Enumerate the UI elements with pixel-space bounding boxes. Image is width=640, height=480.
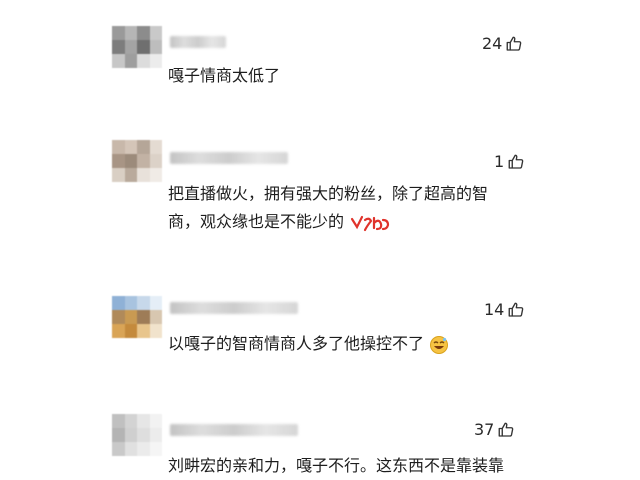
like-count: 37: [474, 420, 495, 439]
laughing-face-emoji: [430, 335, 449, 354]
avatar[interactable]: [112, 26, 162, 68]
comment-text-line: 嘎子情商太低了: [168, 66, 281, 85]
like-count: 1: [494, 152, 505, 171]
thumbs-up-icon: [506, 36, 522, 51]
avatar[interactable]: [112, 414, 162, 456]
like-button[interactable]: 14: [484, 300, 525, 319]
comment-text-line: 以嘎子的智商情商人多了他操控不了: [168, 334, 425, 353]
comment-text-line: 刘畊宏的亲和力，嘎子不行。这东西不是靠装靠: [168, 456, 505, 475]
comment-text-line: 商，观众缘也是不能少的: [168, 212, 345, 231]
like-count: 14: [484, 300, 505, 319]
comment-text: 刘畊宏的亲和力，嘎子不行。这东西不是靠装靠: [168, 452, 504, 480]
comment-text: 把直播做火，拥有强大的粉丝，除了超高的智 商，观众缘也是不能少的: [168, 180, 488, 236]
thumbs-up-icon: [508, 302, 524, 317]
like-button[interactable]: 37: [474, 420, 515, 439]
username[interactable]: [170, 152, 288, 164]
comment-text: 嘎子情商太低了: [168, 62, 280, 90]
thumbs-up-icon: [498, 422, 514, 437]
comment-text-line-with-emoji: 商，观众缘也是不能少的: [168, 208, 488, 236]
username[interactable]: [170, 302, 298, 314]
username[interactable]: [170, 36, 226, 48]
comment-text: 以嘎子的智商情商人多了他操控不了: [168, 330, 449, 358]
like-button[interactable]: 24: [482, 34, 523, 53]
avatar[interactable]: [112, 140, 162, 182]
red-handwriting-emoji: [351, 215, 390, 231]
like-count: 24: [482, 34, 503, 53]
username[interactable]: [170, 424, 298, 436]
thumbs-up-icon: [508, 154, 524, 169]
like-button[interactable]: 1: [494, 152, 525, 171]
comment-text-line: 把直播做火，拥有强大的粉丝，除了超高的智: [168, 184, 489, 203]
avatar[interactable]: [112, 296, 162, 338]
